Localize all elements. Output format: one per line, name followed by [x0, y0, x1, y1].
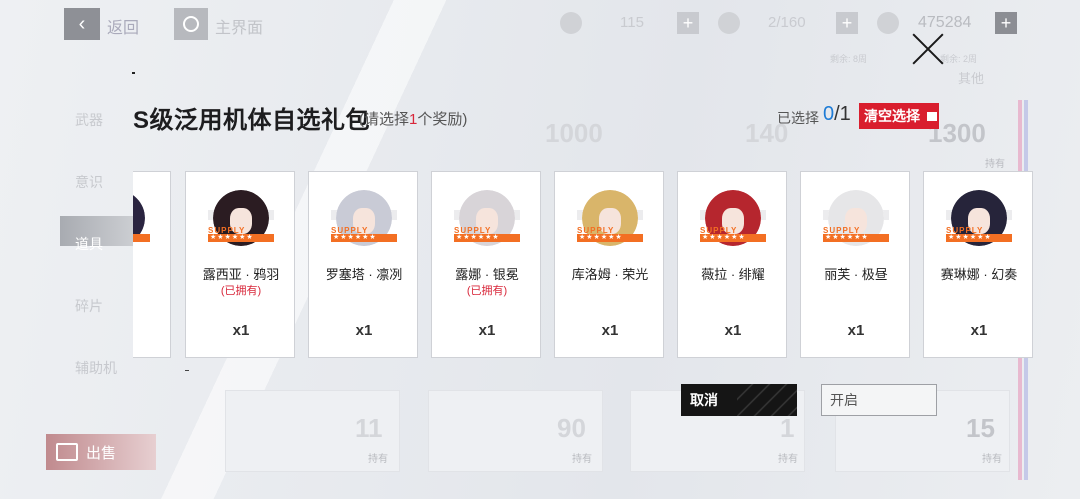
home-icon: [183, 16, 199, 32]
resource-3-add-button[interactable]: +: [995, 12, 1017, 34]
background-hold-label: 持有: [985, 159, 1005, 170]
side-menu-fragments[interactable]: 碎片: [75, 296, 117, 358]
side-menu-items[interactable]: 道具: [75, 234, 117, 296]
back-button[interactable]: ‹: [64, 8, 100, 40]
modal-hint-prefix: (请选择: [359, 111, 409, 128]
close-icon[interactable]: [910, 31, 946, 67]
owned-label: (已拥有): [220, 285, 262, 297]
reward-card[interactable]: SUPPLY ★★★★★★ 丽芙 · 极昼 x1: [800, 171, 910, 358]
character-name: 露娜 · 银冕: [455, 267, 519, 282]
clear-selection-label: 清空选择: [864, 108, 920, 124]
reward-card[interactable]: SUPPLY ★★★★★★ 露娜 · 银冕 (已拥有) x1: [431, 171, 541, 358]
reward-card[interactable]: SUPPLY ★★★★★★ 库洛姆 · 荣光 x1: [554, 171, 664, 358]
stamina-icon: [718, 12, 740, 34]
coin-icon: [877, 12, 899, 34]
tab-other[interactable]: 其他: [958, 68, 984, 87]
background-count: 1: [780, 413, 795, 443]
cancel-label: 取消: [690, 392, 718, 408]
resource-1-add-button[interactable]: +: [677, 12, 699, 34]
back-label[interactable]: 返回: [107, 14, 139, 38]
modal-divider-mark: [185, 370, 189, 371]
supply-badge: ★★★★★★: [208, 234, 274, 242]
reward-card[interactable]: ★★★★★★ 真理 x1: [133, 171, 171, 358]
modal-hint: (请选择1个奖励): [359, 108, 467, 129]
supply-badge: ★★★★★★: [700, 234, 766, 242]
reward-card[interactable]: SUPPLY ★★★★★★ 赛琳娜 · 幻奏 x1: [923, 171, 1033, 358]
reward-card[interactable]: SUPPLY ★★★★★★ 薇拉 · 绯耀 x1: [677, 171, 787, 358]
selected-current: 0: [823, 103, 835, 125]
home-label[interactable]: 主界面: [215, 14, 263, 38]
selected-label: 已选择: [777, 110, 819, 126]
open-label: 开启: [830, 392, 858, 408]
supply-badge: ★★★★★★: [454, 234, 520, 242]
sell-icon: [56, 443, 78, 461]
supply-badge: ★★★★★★: [946, 234, 1012, 242]
home-button[interactable]: [174, 8, 208, 40]
reward-quantity: x1: [355, 322, 373, 339]
sell-button[interactable]: 出售: [46, 434, 156, 470]
selected-total: /1: [834, 103, 851, 125]
supply-badge: ★★★★★★: [823, 234, 889, 242]
character-name: 罗塞塔 · 凛冽: [325, 267, 403, 282]
modal-corner-mark: [132, 72, 135, 74]
resource-3-value: 475284: [918, 14, 972, 31]
background-hold-label: 持有: [572, 454, 592, 465]
resource-2-value: 2/160: [768, 14, 806, 31]
supply-badge: ★★★★★★: [577, 234, 643, 242]
supply-badge: ★★★★★★: [331, 234, 397, 242]
side-menu-weapon[interactable]: 武器: [75, 110, 117, 172]
modal-hint-suffix: 个奖励): [417, 111, 468, 128]
background-count: 90: [557, 413, 586, 443]
button-stripes-decoration: [737, 384, 797, 416]
reward-quantity: x1: [232, 322, 250, 339]
character-name: 真理: [133, 264, 172, 283]
reward-card-list[interactable]: ★★★★★★ 真理 x1 SUPPLY ★★★★★★ 露西亚 · 鸦羽 (已拥有…: [133, 170, 1033, 360]
background-count: 11: [355, 413, 383, 443]
remaining-1: 剩余: 8周: [830, 54, 868, 64]
resource-1-value: 115: [620, 14, 644, 31]
reward-quantity: x1: [478, 322, 496, 339]
character-name: 露西亚 · 鸦羽: [202, 267, 280, 282]
reward-quantity: x1: [847, 322, 865, 339]
reward-quantity: x1: [724, 322, 742, 339]
resource-2-add-button[interactable]: +: [836, 12, 858, 34]
side-menu-support[interactable]: 辅助机: [75, 358, 117, 420]
supply-badge: ★★★★★★: [133, 234, 150, 242]
sell-label: 出售: [86, 444, 117, 462]
character-name: 赛琳娜 · 幻奏: [940, 267, 1018, 282]
background-hold-label: 持有: [778, 454, 798, 465]
character-name: 丽芙 · 极昼: [824, 267, 888, 282]
modal-title: S级泛用机体自选礼包: [133, 107, 371, 134]
character-name: 薇拉 · 绯耀: [701, 267, 765, 282]
ticket-icon: [560, 12, 582, 34]
side-menu-memory[interactable]: 意识: [75, 172, 117, 234]
background-hold-label: 持有: [368, 454, 388, 465]
trash-icon: [927, 111, 937, 121]
selected-count: 0/1: [823, 103, 851, 126]
reward-card[interactable]: SUPPLY ★★★★★★ 露西亚 · 鸦羽 (已拥有) x1: [185, 171, 295, 358]
reward-quantity: x1: [970, 322, 988, 339]
chevron-left-icon: ‹: [78, 12, 86, 35]
side-menu: 武器 意识 道具 碎片 辅助机: [75, 110, 117, 420]
character-name: 库洛姆 · 荣光: [571, 267, 649, 282]
reward-quantity: x1: [601, 322, 619, 339]
background-count: 1000: [545, 118, 603, 148]
background-count: 15: [966, 413, 995, 443]
open-button[interactable]: 开启: [821, 384, 937, 416]
reward-quantity: x1: [133, 322, 172, 339]
cancel-button[interactable]: 取消: [681, 384, 797, 416]
owned-label: (已拥有): [466, 285, 508, 297]
background-hold-label: 持有: [982, 454, 1002, 465]
clear-selection-button[interactable]: 清空选择: [859, 103, 939, 129]
reward-card[interactable]: SUPPLY ★★★★★★ 罗塞塔 · 凛冽 x1: [308, 171, 418, 358]
